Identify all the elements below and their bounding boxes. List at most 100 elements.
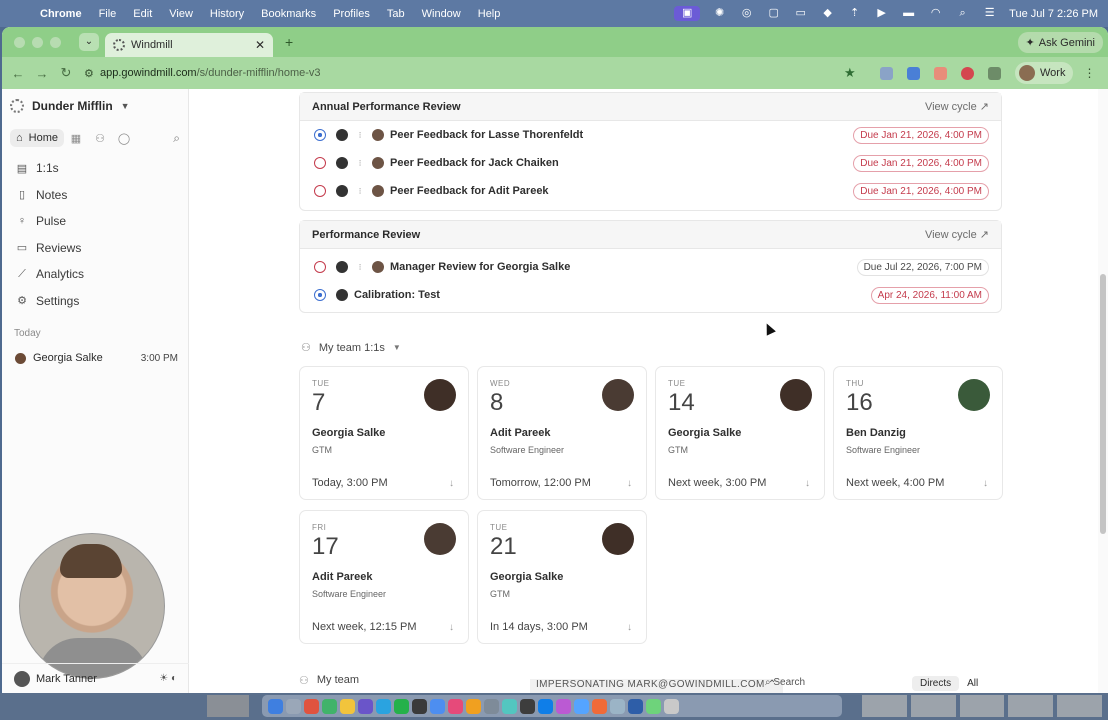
facetime-icon[interactable] (502, 698, 517, 714)
search-icon[interactable]: ⌕ (955, 6, 970, 21)
spotify-icon[interactable] (394, 698, 409, 714)
chat-icon[interactable]: ◯ (112, 132, 136, 145)
review-task-row[interactable]: ⁝ Manager Review for Georgia Salke Due J… (300, 253, 1001, 281)
arrow-down-icon[interactable]: ↓ (983, 478, 988, 489)
meeting-card[interactable]: FRI 17 Adit Pareek Software Engineer Nex… (299, 510, 469, 644)
ask-gemini-button[interactable]: ✦ Ask Gemini (1017, 32, 1103, 53)
menu-view[interactable]: View (169, 8, 193, 20)
search-icon[interactable]: ⌕ (173, 131, 180, 146)
meeting-card[interactable]: WED 8 Adit Pareek Software Engineer Tomo… (477, 366, 647, 500)
extension-a-icon[interactable] (880, 66, 893, 80)
arrow-down-icon[interactable]: ↓ (627, 478, 632, 489)
mail-icon[interactable] (574, 698, 589, 714)
messages-icon[interactable] (322, 698, 337, 714)
menu-window[interactable]: Window (422, 8, 461, 20)
minimize-window-button[interactable] (32, 36, 43, 48)
scrollbar-thumb[interactable] (1100, 274, 1106, 534)
maps-icon[interactable] (646, 698, 661, 714)
music-icon[interactable] (448, 698, 463, 714)
impersonation-banner[interactable]: IMPERSONATING MARK@GOWINDMILL.COM ⌃ (530, 679, 783, 693)
brightness-icon[interactable]: ✺ (712, 6, 727, 21)
window-icon[interactable]: ▭ (793, 6, 808, 21)
word-icon[interactable] (628, 698, 643, 714)
today-meeting-item[interactable]: Georgia Salke 3:00 PM (2, 346, 188, 370)
wifi-icon[interactable]: ◠ (928, 6, 943, 21)
org-switcher[interactable]: Dunder Mifflin ▼ (2, 89, 188, 123)
tab-search-chevron-icon[interactable]: ⌄ (79, 33, 99, 51)
notes-app-icon[interactable] (340, 698, 355, 714)
menu-edit[interactable]: Edit (133, 8, 152, 20)
reload-icon[interactable]: ↻ (54, 65, 78, 81)
battery-icon[interactable]: ▬ (901, 6, 916, 21)
calendar-app-icon[interactable] (466, 698, 481, 714)
minimized-window-thumbnail[interactable] (862, 695, 907, 717)
menu-clock[interactable]: Tue Jul 7 2:26 PM (1009, 8, 1098, 20)
sync-icon[interactable]: ◎ (739, 6, 754, 21)
close-window-button[interactable] (14, 36, 25, 48)
menu-app-name[interactable]: Chrome (40, 8, 82, 20)
meeting-card[interactable]: THU 16 Ben Danzig Software Engineer Next… (833, 366, 1003, 500)
airdrop-icon[interactable]: ⇡ (847, 6, 862, 21)
camera-icon[interactable]: ▢ (766, 6, 781, 21)
filter-directs[interactable]: Directs (912, 676, 960, 691)
review-task-row[interactable]: ⁝ Peer Feedback for Adit Pareek Due Jan … (300, 177, 1001, 205)
bookmark-star-icon[interactable]: ★ (844, 65, 864, 81)
finder-icon[interactable] (268, 698, 283, 714)
site-info-icon[interactable]: ⚙ (84, 67, 100, 80)
zoom-icon[interactable] (430, 698, 445, 714)
preview-icon[interactable] (610, 698, 625, 714)
webcam-video-bubble[interactable] (19, 533, 165, 679)
slack-icon[interactable] (358, 698, 373, 714)
view-cycle-link[interactable]: View cycle ↗ (925, 228, 989, 241)
sidebar-item-1-1s[interactable]: ▤ 1:1s (2, 155, 188, 182)
terminal-icon[interactable] (412, 698, 427, 714)
review-task-row[interactable]: ⁝ Peer Feedback for Lasse Thorenfeldt Du… (300, 121, 1001, 149)
review-task-row[interactable]: ⁝ Peer Feedback for Jack Chaiken Due Jan… (300, 149, 1001, 177)
more-menu-icon[interactable]: ⋮ (1083, 66, 1095, 80)
minimized-window-thumbnail[interactable] (1008, 695, 1054, 717)
notion-icon[interactable] (520, 698, 535, 714)
view-cycle-link[interactable]: View cycle ↗ (925, 100, 989, 113)
tab-windmill[interactable]: Windmill ✕ (105, 33, 273, 57)
minimized-window-thumbnail[interactable] (1057, 695, 1102, 717)
launchpad-icon[interactable] (286, 698, 301, 714)
chrome-icon[interactable] (304, 698, 319, 714)
meeting-card[interactable]: TUE 14 Georgia Salke GTM Next week, 3:00… (655, 366, 825, 500)
figma-icon[interactable] (556, 698, 571, 714)
back-arrow-icon[interactable]: ← (6, 66, 30, 81)
extension-d-icon[interactable] (961, 66, 974, 80)
team-search-input[interactable]: ⌕ Search (765, 677, 900, 693)
new-tab-plus-icon[interactable]: + (285, 34, 293, 50)
menu-profiles[interactable]: Profiles (333, 8, 370, 20)
theme-toggle-icon[interactable]: ☀ ◐ (159, 673, 177, 684)
url-field[interactable]: ⚙ app.gowindmill.com/s/dunder-mifflin/ho… (84, 62, 844, 84)
trash-icon[interactable] (664, 698, 679, 714)
people-icon[interactable]: ⚇ (88, 132, 112, 145)
arrow-down-icon[interactable]: ↓ (449, 622, 454, 633)
sidebar-item-notes[interactable]: ▯ Notes (2, 182, 188, 209)
minimized-window-thumbnail[interactable] (910, 695, 956, 717)
forward-arrow-icon[interactable]: → (30, 66, 54, 81)
extension-c-icon[interactable] (934, 66, 947, 80)
vscode-icon[interactable] (538, 698, 553, 714)
play-icon[interactable]: ▶ (874, 6, 889, 21)
menu-tab[interactable]: Tab (387, 8, 405, 20)
menu-help[interactable]: Help (478, 8, 501, 20)
close-icon[interactable]: ✕ (255, 38, 265, 52)
recent-window-thumbnail[interactable] (207, 695, 249, 717)
leaf-icon[interactable]: ◆ (820, 6, 835, 21)
maximize-window-button[interactable] (50, 36, 61, 48)
sidebar-item-settings[interactable]: ⚙ Settings (2, 288, 188, 315)
menu-history[interactable]: History (210, 8, 244, 20)
control-center-icon[interactable]: ☰ (982, 6, 997, 21)
sidebar-item-home[interactable]: ⌂ Home (10, 129, 64, 147)
minimized-window-thumbnail[interactable] (959, 695, 1005, 717)
sidebar-item-analytics[interactable]: ⟋ Analytics (2, 261, 188, 288)
sidebar-item-reviews[interactable]: ▭ Reviews (2, 235, 188, 262)
app-store-icon[interactable] (376, 698, 391, 714)
scrollbar[interactable] (1098, 89, 1108, 693)
settings-app-icon[interactable] (484, 698, 499, 714)
profile-button[interactable]: Work (1015, 62, 1074, 84)
team-ones-header[interactable]: ⚇ My team 1:1s ▼ (301, 341, 401, 355)
review-task-row[interactable]: Calibration: Test Apr 24, 2026, 11:00 AM (300, 281, 1001, 309)
